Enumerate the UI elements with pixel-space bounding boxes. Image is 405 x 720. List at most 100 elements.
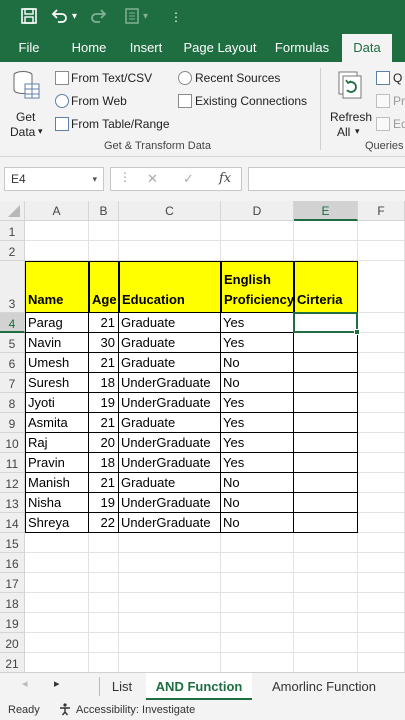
- table-cell-english[interactable]: No: [221, 473, 294, 493]
- header-criteria[interactable]: Cirteria: [294, 261, 358, 313]
- row-header-17[interactable]: 17: [0, 573, 25, 593]
- cell[interactable]: [358, 533, 405, 553]
- table-cell-criteria[interactable]: [294, 473, 358, 493]
- column-header-d[interactable]: D: [221, 201, 294, 221]
- tab-formulas[interactable]: Formulas: [268, 34, 336, 62]
- cell[interactable]: [221, 613, 294, 633]
- chevron-down-icon[interactable]: ▾: [92, 168, 97, 190]
- column-header-e[interactable]: E: [294, 201, 358, 221]
- table-cell-criteria[interactable]: [294, 333, 358, 353]
- cell[interactable]: [294, 553, 358, 573]
- cell[interactable]: [358, 413, 405, 433]
- table-cell-english[interactable]: No: [221, 513, 294, 533]
- cell[interactable]: [358, 221, 405, 241]
- table-cell-criteria[interactable]: [294, 353, 358, 373]
- cell[interactable]: [358, 593, 405, 613]
- cell[interactable]: [89, 593, 119, 613]
- table-cell-name[interactable]: Suresh: [25, 373, 89, 393]
- cell[interactable]: [119, 653, 221, 673]
- cell[interactable]: [89, 553, 119, 573]
- cell[interactable]: [294, 613, 358, 633]
- cell[interactable]: [358, 393, 405, 413]
- table-cell-education[interactable]: UnderGraduate: [119, 493, 221, 513]
- form-dropdown-icon[interactable]: ▾: [143, 7, 148, 27]
- cell[interactable]: [358, 241, 405, 261]
- row-header-5[interactable]: 5: [0, 333, 25, 353]
- table-cell-age[interactable]: 19: [89, 493, 119, 513]
- table-cell-name[interactable]: Shreya: [25, 513, 89, 533]
- table-cell-criteria[interactable]: [294, 493, 358, 513]
- table-cell-english[interactable]: Yes: [221, 433, 294, 453]
- cell[interactable]: [221, 653, 294, 673]
- scroll-left-icon[interactable]: ◂: [22, 677, 28, 690]
- cancel-icon[interactable]: ✕: [147, 171, 158, 187]
- table-cell-age[interactable]: 21: [89, 313, 119, 333]
- cell[interactable]: [221, 573, 294, 593]
- cell[interactable]: [119, 553, 221, 573]
- row-header-7[interactable]: 7: [0, 373, 25, 393]
- header-education[interactable]: Education: [119, 261, 221, 313]
- cell[interactable]: [294, 653, 358, 673]
- table-cell-english[interactable]: No: [221, 353, 294, 373]
- cell[interactable]: [358, 453, 405, 473]
- table-cell-education[interactable]: Graduate: [119, 413, 221, 433]
- table-cell-name[interactable]: Parag: [25, 313, 89, 333]
- sheet-tab-and-function[interactable]: AND Function: [146, 673, 252, 700]
- cell[interactable]: [89, 533, 119, 553]
- column-header-f[interactable]: F: [358, 201, 405, 221]
- table-cell-education[interactable]: Graduate: [119, 313, 221, 333]
- scroll-right-icon[interactable]: ▸: [54, 677, 60, 690]
- tab-file[interactable]: File: [8, 34, 50, 62]
- row-header-13[interactable]: 13: [0, 493, 25, 513]
- fill-handle[interactable]: [354, 329, 360, 335]
- table-cell-education[interactable]: Graduate: [119, 333, 221, 353]
- table-cell-education[interactable]: Graduate: [119, 473, 221, 493]
- cell[interactable]: [25, 593, 89, 613]
- cell[interactable]: [358, 313, 405, 333]
- get-data-button[interactable]: Get Data ▾: [6, 68, 46, 139]
- undo-dropdown-icon[interactable]: ▾: [72, 7, 77, 27]
- cell[interactable]: [119, 573, 221, 593]
- cell[interactable]: [294, 573, 358, 593]
- table-cell-criteria[interactable]: [294, 433, 358, 453]
- column-header-a[interactable]: A: [25, 201, 89, 221]
- table-cell-name[interactable]: Nisha: [25, 493, 89, 513]
- tab-home[interactable]: Home: [64, 34, 114, 62]
- save-icon[interactable]: [20, 7, 38, 31]
- enter-icon[interactable]: ✓: [183, 171, 194, 187]
- table-cell-name[interactable]: Pravin: [25, 453, 89, 473]
- row-header-3[interactable]: 3: [0, 261, 25, 313]
- header-name[interactable]: Name: [25, 261, 89, 313]
- table-cell-education[interactable]: UnderGraduate: [119, 393, 221, 413]
- table-cell-name[interactable]: Jyoti: [25, 393, 89, 413]
- refresh-all-button[interactable]: Refresh All ▾: [326, 68, 374, 139]
- table-cell-name[interactable]: Manish: [25, 473, 89, 493]
- cell[interactable]: [25, 533, 89, 553]
- redo-icon[interactable]: [90, 7, 108, 31]
- table-cell-english[interactable]: Yes: [221, 413, 294, 433]
- table-cell-age[interactable]: 18: [89, 373, 119, 393]
- table-cell-english[interactable]: No: [221, 493, 294, 513]
- cell[interactable]: [221, 633, 294, 653]
- column-header-b[interactable]: B: [89, 201, 119, 221]
- cell[interactable]: [358, 473, 405, 493]
- tab-page-layout[interactable]: Page Layout: [180, 34, 260, 62]
- cell[interactable]: [294, 633, 358, 653]
- cell[interactable]: [358, 493, 405, 513]
- table-cell-criteria[interactable]: [294, 393, 358, 413]
- row-header-4[interactable]: 4: [0, 313, 25, 333]
- cell[interactable]: [294, 533, 358, 553]
- row-header-15[interactable]: 15: [0, 533, 25, 553]
- form-icon[interactable]: [124, 7, 140, 31]
- cell[interactable]: [89, 613, 119, 633]
- cell[interactable]: [89, 633, 119, 653]
- undo-icon[interactable]: [50, 7, 68, 31]
- table-cell-education[interactable]: UnderGraduate: [119, 433, 221, 453]
- row-header-9[interactable]: 9: [0, 413, 25, 433]
- table-cell-education[interactable]: UnderGraduate: [119, 513, 221, 533]
- cell[interactable]: [25, 633, 89, 653]
- table-cell-education[interactable]: Graduate: [119, 353, 221, 373]
- row-header-6[interactable]: 6: [0, 353, 25, 373]
- column-header-c[interactable]: C: [119, 201, 221, 221]
- tab-data[interactable]: Data: [342, 34, 392, 62]
